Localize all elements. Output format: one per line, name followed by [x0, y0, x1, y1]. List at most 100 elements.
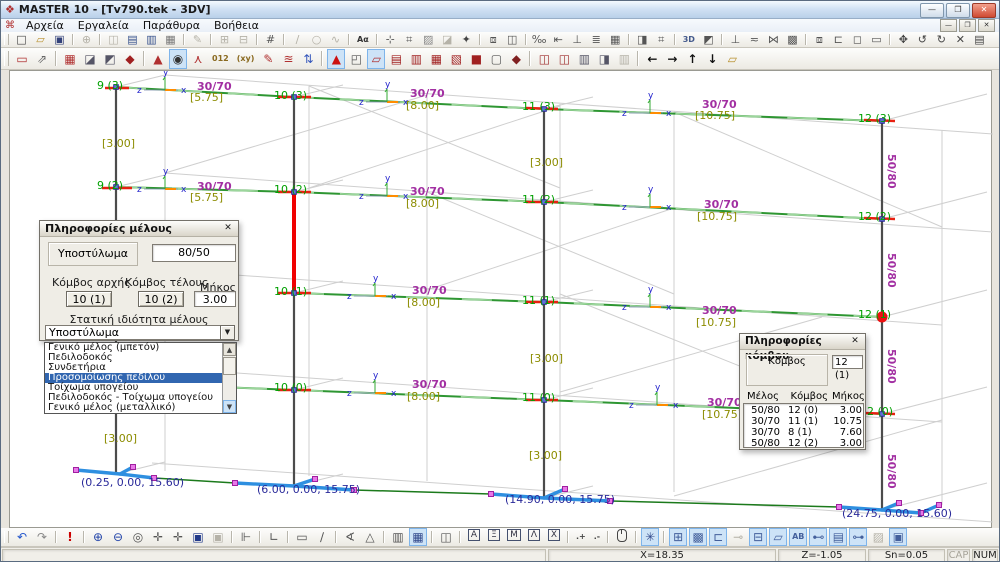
node-dialog-close-icon[interactable]: ✕ — [848, 335, 862, 347]
box-fill-icon[interactable]: ▦ — [427, 49, 445, 69]
mdi-restore-button[interactable]: ❐ — [959, 19, 976, 32]
measure-area-icon[interactable]: △ — [361, 528, 379, 546]
foundation-nodes[interactable] — [74, 465, 942, 516]
clip-box-icon[interactable]: ◻ — [849, 32, 866, 48]
snap-node-icon[interactable]: ▩ — [689, 528, 707, 546]
mouse-settings-icon[interactable] — [613, 528, 631, 546]
foundation[interactable] — [76, 467, 939, 513]
zoom-pan-1-icon[interactable]: ✛ — [149, 528, 167, 546]
camera-icon[interactable]: ▩ — [784, 32, 801, 48]
maximize-button[interactable]: ❐ — [946, 3, 970, 18]
measure-angle-icon[interactable]: ∢ — [341, 528, 359, 546]
point-plus-icon[interactable]: .+ — [573, 528, 589, 546]
toolbar-grip[interactable] — [4, 51, 9, 66]
menu-3[interactable]: Παράθυρα — [136, 19, 207, 32]
clip-region-icon[interactable]: ⧈ — [811, 32, 828, 48]
menu-4[interactable]: Βοήθεια — [207, 19, 266, 32]
levels-icon[interactable]: ⊩ — [237, 528, 255, 546]
mdi-close-button[interactable]: ✕ — [978, 19, 995, 32]
node-dialog-titlebar[interactable]: Πληροφορίες κόμβου ✕ — [740, 334, 865, 350]
snap-star-icon[interactable]: ✳ — [641, 528, 659, 546]
grid-icon[interactable]: # — [262, 32, 279, 48]
close-button[interactable]: ✕ — [972, 3, 996, 18]
node-members-list[interactable]: 50/8012 (0)3.0030/7011 (1)10.7530/708 (1… — [743, 403, 864, 448]
scrollbar-thumb[interactable] — [223, 357, 236, 375]
dim-element-icon[interactable]: ⌗ — [401, 32, 418, 48]
node-member-row[interactable]: 50/8012 (2)3.00 — [744, 438, 863, 449]
orbit-left-icon[interactable]: ↺ — [914, 32, 931, 48]
ortho-icon[interactable]: ∟ — [265, 528, 283, 546]
note-icon[interactable]: ▭ — [868, 32, 885, 48]
layer-xi-icon[interactable]: Ξ — [485, 528, 503, 546]
node-support-icon[interactable]: ⊥ — [569, 32, 586, 48]
combobox-dropdown-icon[interactable]: ▼ — [220, 325, 235, 340]
snap-perpendicular-icon[interactable]: ▱ — [769, 528, 787, 546]
snap-tangent-icon[interactable]: ⊶ — [849, 528, 867, 546]
static-property-combobox[interactable]: Υποστύλωμα ▼ — [45, 325, 235, 340]
save-file-icon[interactable]: ▣ — [51, 32, 68, 48]
measure-line-icon[interactable]: ∕ — [313, 528, 331, 546]
labels-icon[interactable]: ≊ — [279, 49, 297, 69]
redo-icon[interactable]: ↷ — [33, 528, 51, 546]
table-red-icon[interactable]: ▦ — [61, 49, 79, 69]
zoom-window-icon[interactable]: ◎ — [129, 528, 147, 546]
static-property-dropdown-list[interactable]: Γενικό μέλος (μπετόν)ΠεδιλοδοκόςΣυνδετήρ… — [44, 342, 237, 414]
nav-left-icon[interactable]: ← — [643, 49, 661, 69]
delete-icon[interactable]: ✕ — [952, 32, 969, 48]
box-open-icon[interactable]: ▧ — [447, 49, 465, 69]
win-cascade-icon[interactable]: ⧈ — [485, 32, 502, 48]
springs-icon[interactable]: ⋈ — [765, 32, 782, 48]
export-icon[interactable]: ▦ — [162, 32, 179, 48]
snap-endpoint-icon[interactable]: ⊏ — [709, 528, 727, 546]
undo-icon[interactable]: ↶ — [13, 528, 31, 546]
numbering-xyz-icon[interactable]: (xy) — [234, 49, 258, 69]
nav-up-icon[interactable]: ↑ — [683, 49, 701, 69]
section-1-icon[interactable]: ◪ — [81, 49, 99, 69]
slab-table-1-icon[interactable]: ◫ — [535, 49, 553, 69]
combobox-value[interactable]: Υποστύλωμα — [45, 325, 220, 340]
layer-a-icon[interactable]: A — [465, 528, 483, 546]
drawing-canvas[interactable]: yzxyzxyzxyzxyzxyzxyzxyzxyzxyzx 30/7030/7… — [9, 70, 992, 528]
dropdown-scrollbar[interactable]: ▲ ▼ — [222, 343, 236, 413]
zoom-in-icon[interactable]: ⊕ — [89, 528, 107, 546]
minimize-button[interactable]: — — [920, 3, 944, 18]
cube-3d-icon[interactable]: ◆ — [507, 49, 525, 69]
axes-node-icon[interactable]: ◉ — [169, 49, 187, 69]
library-icon[interactable]: ◆ — [121, 49, 139, 69]
grid-toggle-icon[interactable]: ▦ — [409, 528, 427, 546]
releases-icon[interactable]: ≂ — [746, 32, 763, 48]
dim-node-icon[interactable]: ⊹ — [382, 32, 399, 48]
slab-table-4-icon[interactable]: ◨ — [595, 49, 613, 69]
menu-1[interactable]: Αρχεία — [19, 19, 71, 32]
scroll-up-icon[interactable]: ▲ — [223, 343, 236, 356]
node-value-field[interactable]: 12 (1) — [832, 355, 863, 369]
open-view-icon[interactable]: ▱ — [723, 49, 741, 69]
table-insert-icon[interactable]: ≣ — [588, 32, 605, 48]
print-preview-icon[interactable]: ▥ — [143, 32, 160, 48]
clip-left-icon[interactable]: ⊏ — [830, 32, 847, 48]
layer-m-icon[interactable]: M — [505, 528, 523, 546]
pen-red-icon[interactable]: ✎ — [259, 49, 277, 69]
member-section-field[interactable]: 80/50 — [152, 244, 236, 262]
section-2-icon[interactable]: ◩ — [101, 49, 119, 69]
snap-text-icon[interactable]: AB — [789, 528, 807, 546]
render-icon[interactable]: ◩ — [700, 32, 717, 48]
snap-grid-icon[interactable]: ⊞ — [669, 528, 687, 546]
toolbar-grip[interactable] — [4, 531, 9, 544]
mdi-minimize-button[interactable]: — — [940, 19, 957, 32]
nav-down-icon[interactable]: ↓ — [703, 49, 721, 69]
menu-2[interactable]: Εργαλεία — [71, 19, 136, 32]
length-field[interactable]: 3.00 — [194, 291, 236, 307]
snap-extension-icon[interactable]: ▤ — [829, 528, 847, 546]
zoom-pan-2-icon[interactable]: ✛ — [169, 528, 187, 546]
node-member-row[interactable]: 30/708 (1)7.60 — [744, 427, 863, 438]
copy-structure-icon[interactable]: ◨ — [634, 32, 651, 48]
copy-view-icon[interactable]: ◫ — [437, 528, 455, 546]
win-tile-icon[interactable]: ◫ — [504, 32, 521, 48]
supports-icon[interactable]: ⊥ — [727, 32, 744, 48]
hatch-icon[interactable]: ▨ — [420, 32, 437, 48]
slab-table-2-icon[interactable]: ◫ — [555, 49, 573, 69]
toolbar-grip[interactable] — [4, 34, 9, 45]
print-icon[interactable]: ▤ — [124, 32, 141, 48]
new-file-icon[interactable]: □ — [13, 32, 30, 48]
